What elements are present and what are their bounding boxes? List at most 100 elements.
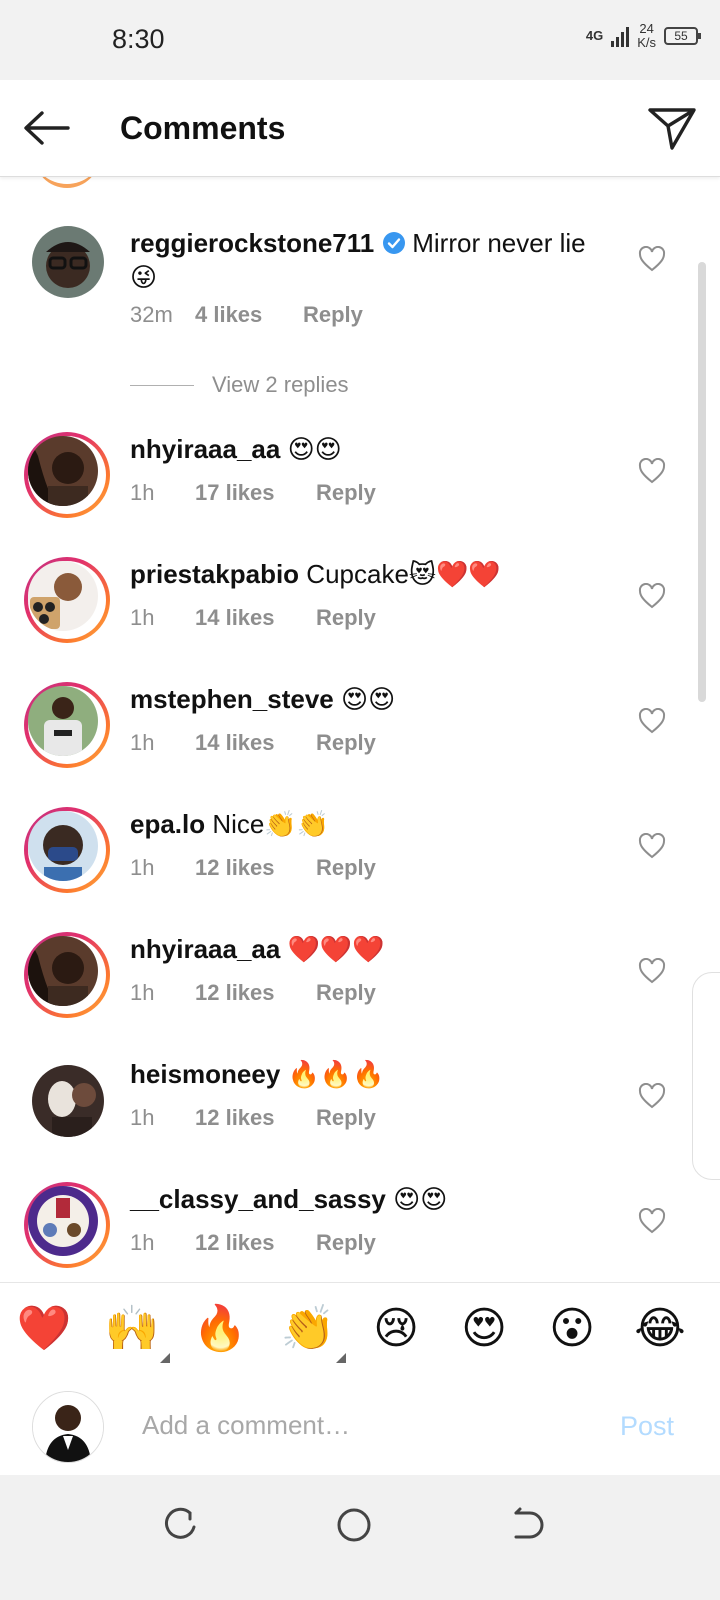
- comment-item: priestakpabio Cupcake😻❤️❤️ 1h 14 likes R…: [0, 557, 720, 667]
- comment-text-block: nhyiraaa_aa ❤️❤️❤️: [130, 932, 600, 966]
- recent-apps-icon[interactable]: [160, 1505, 200, 1545]
- reply-button[interactable]: Reply: [316, 480, 376, 506]
- like-heart-icon[interactable]: [638, 708, 666, 734]
- comment-username[interactable]: nhyiraaa_aa: [130, 434, 280, 464]
- reply-button[interactable]: Reply: [316, 605, 376, 631]
- reply-button[interactable]: Reply: [316, 980, 376, 1006]
- like-heart-icon[interactable]: [638, 958, 666, 984]
- comment-text-block: priestakpabio Cupcake😻❤️❤️: [130, 557, 600, 591]
- back-nav-icon[interactable]: [506, 1505, 546, 1545]
- comment-item: heismoneey 🔥🔥🔥 1h 12 likes Reply: [0, 1057, 720, 1167]
- comment-likes[interactable]: 12 likes: [195, 1105, 316, 1131]
- comment-item: __classy_and_sassy 😍😍 1h 12 likes Reply: [0, 1182, 720, 1292]
- comments-list[interactable]: reggierockstone711 Mirror never lie 😜 32m…: [0, 176, 720, 1306]
- like-heart-icon[interactable]: [638, 458, 666, 484]
- send-icon[interactable]: [646, 104, 698, 152]
- comment-text-block: epa.lo Nice👏👏: [130, 807, 600, 841]
- scrollbar[interactable]: [698, 262, 706, 702]
- comment-item: nhyiraaa_aa ❤️❤️❤️ 1h 12 likes Reply: [0, 932, 720, 1042]
- avatar[interactable]: [24, 682, 110, 768]
- comment-likes[interactable]: 17 likes: [195, 480, 316, 506]
- comment-body: 😍😍: [341, 684, 396, 714]
- comment-time: 1h: [130, 1230, 155, 1255]
- like-heart-icon[interactable]: [638, 583, 666, 609]
- comment-meta: 32m 4 likes Reply: [130, 302, 363, 328]
- emoji-surprised[interactable]: 😮: [544, 1301, 600, 1357]
- post-button[interactable]: Post: [620, 1411, 674, 1442]
- comment-likes[interactable]: 12 likes: [195, 855, 316, 881]
- view-replies-button[interactable]: View 2 replies: [130, 372, 349, 398]
- emoji-fire[interactable]: 🔥: [192, 1301, 248, 1357]
- emoji-heart-eyes[interactable]: 😍: [456, 1301, 512, 1357]
- avatar[interactable]: [24, 932, 110, 1018]
- like-heart-icon[interactable]: [638, 833, 666, 859]
- comment-meta: 1h 12 likes Reply: [130, 1105, 376, 1131]
- emoji-clap[interactable]: 👏: [280, 1301, 346, 1363]
- like-heart-icon[interactable]: [638, 246, 666, 272]
- avatar[interactable]: [24, 1182, 110, 1268]
- comment-text-block: heismoneey 🔥🔥🔥: [130, 1057, 600, 1091]
- comment-composer: Post: [0, 1377, 720, 1475]
- comment-body: 🔥🔥🔥: [287, 1059, 385, 1089]
- comment-item: mstephen_steve 😍😍 1h 14 likes Reply: [0, 682, 720, 792]
- comment-time: 1h: [130, 1105, 155, 1130]
- comment-body: 😍😍: [393, 1184, 448, 1214]
- verified-badge-icon: [383, 232, 406, 254]
- comment-body: Cupcake😻❤️❤️: [306, 559, 501, 589]
- comment-likes[interactable]: 12 likes: [195, 980, 316, 1006]
- avatar[interactable]: [24, 432, 110, 518]
- comment-meta: 1h 17 likes Reply: [130, 480, 376, 506]
- skin-tone-indicator-icon: [160, 1353, 170, 1363]
- reply-button[interactable]: Reply: [316, 1230, 376, 1256]
- comment-time: 1h: [130, 855, 155, 880]
- comment-text-block: nhyiraaa_aa 😍😍: [130, 432, 600, 466]
- like-heart-icon[interactable]: [638, 1083, 666, 1109]
- comment-username[interactable]: mstephen_steve: [130, 684, 334, 714]
- reply-button[interactable]: Reply: [303, 302, 363, 328]
- network-type: 4G: [585, 28, 604, 43]
- comment-username[interactable]: heismoneey: [130, 1059, 280, 1089]
- comment-username[interactable]: priestakpabio: [130, 559, 299, 589]
- comment-likes[interactable]: 12 likes: [195, 1230, 316, 1256]
- avatar[interactable]: [32, 1065, 104, 1137]
- current-user-avatar: [32, 1391, 104, 1463]
- avatar[interactable]: [24, 557, 110, 643]
- comment-time: 1h: [130, 730, 155, 755]
- comment-meta: 1h 12 likes Reply: [130, 1230, 376, 1256]
- view-replies-label: View 2 replies: [212, 372, 349, 397]
- comment-username[interactable]: nhyiraaa_aa: [130, 934, 280, 964]
- comment-username[interactable]: reggierockstone711: [130, 228, 374, 258]
- comment-meta: 1h 14 likes Reply: [130, 730, 376, 756]
- comment-meta: 1h 12 likes Reply: [130, 855, 376, 881]
- reply-button[interactable]: Reply: [316, 730, 376, 756]
- page-title: Comments: [120, 110, 286, 146]
- comment-likes[interactable]: 4 likes: [195, 302, 303, 328]
- comment-username[interactable]: epa.lo: [130, 809, 205, 839]
- comment-input[interactable]: [142, 1407, 562, 1443]
- emoji-clap-glyph: 👏: [280, 1304, 336, 1353]
- comment-likes[interactable]: 14 likes: [195, 605, 316, 631]
- home-icon[interactable]: [334, 1505, 374, 1545]
- reply-button[interactable]: Reply: [316, 855, 376, 881]
- emoji-laughing[interactable]: 😂: [632, 1301, 688, 1357]
- comment-text-block: reggierockstone711 Mirror never lie 😜: [130, 226, 600, 294]
- comment-time: 1h: [130, 980, 155, 1005]
- emoji-raised-hands[interactable]: 🙌: [104, 1301, 170, 1363]
- emoji-heart[interactable]: ❤️: [16, 1301, 72, 1357]
- comment-meta: 1h 12 likes Reply: [130, 980, 376, 1006]
- comment-item: nhyiraaa_aa 😍😍 1h 17 likes Reply: [0, 432, 720, 542]
- side-edge-handle[interactable]: [692, 972, 720, 1180]
- comment-body: 😍😍: [287, 434, 342, 464]
- network-speed: 24 K/s: [637, 22, 656, 50]
- avatar[interactable]: [24, 807, 110, 893]
- comment-item: reggierockstone711 Mirror never lie 😜 32m…: [0, 226, 720, 336]
- reply-button[interactable]: Reply: [316, 1105, 376, 1131]
- like-heart-icon[interactable]: [638, 1208, 666, 1234]
- avatar[interactable]: [32, 226, 104, 298]
- comment-body: ❤️❤️❤️: [287, 934, 385, 964]
- comment-likes[interactable]: 14 likes: [195, 730, 316, 756]
- comment-username[interactable]: __classy_and_sassy: [130, 1184, 386, 1214]
- comment-time: 1h: [130, 605, 155, 630]
- emoji-crying[interactable]: 😢: [368, 1301, 424, 1357]
- back-arrow-icon[interactable]: [22, 108, 72, 148]
